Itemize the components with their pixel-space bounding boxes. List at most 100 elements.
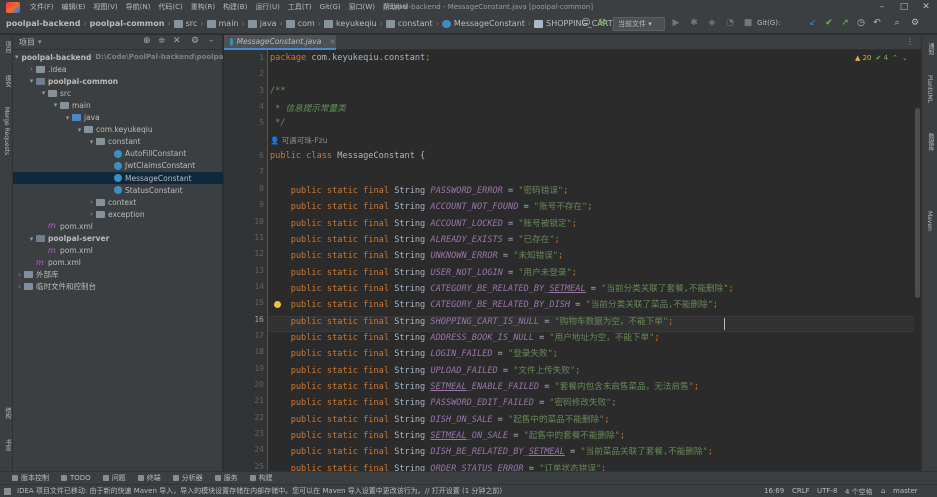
line-number[interactable]: 5	[224, 118, 264, 127]
lock-icon[interactable]: ⌂	[881, 487, 885, 495]
breadcrumb-class[interactable]: MessageConstant	[454, 19, 525, 28]
menu-edit[interactable]: 编辑(E)	[58, 2, 90, 12]
tree-item[interactable]: › 外部库	[13, 269, 223, 281]
tool-database[interactable]: 数据库	[926, 133, 935, 151]
status-toggle-icon[interactable]	[4, 487, 11, 495]
tool-notifications[interactable]: 通知	[926, 43, 935, 55]
lightbulb-icon[interactable]	[274, 301, 281, 308]
caret-position[interactable]: 16:69	[764, 487, 784, 495]
tool-terminal[interactable]: 终端	[137, 473, 161, 483]
git-update-icon[interactable]: ↙	[807, 17, 819, 30]
run-icon[interactable]: ▶	[670, 17, 682, 30]
tool-project[interactable]: 项目	[3, 41, 12, 53]
code-line[interactable]: 👤 可遇可珠-Fzu	[270, 135, 327, 146]
code-line[interactable]: public class MessageConstant {	[270, 151, 425, 161]
tool-merge-requests[interactable]: Merge Requests	[3, 107, 10, 155]
tool-profiler[interactable]: 分析器	[172, 473, 203, 483]
tree-item[interactable]: ▾ poolpal-server	[13, 233, 223, 245]
chevron-right-icon[interactable]: ›	[87, 198, 96, 206]
tool-commit[interactable]: 提交	[3, 75, 12, 87]
rollback-icon[interactable]: ↶	[871, 17, 883, 30]
code-line[interactable]: * 信息提示常量类	[270, 102, 346, 114]
inspection-widget[interactable]: ▲ 20 ✔ 4 ⌃ ⌄	[855, 54, 908, 62]
line-number[interactable]: 14	[224, 282, 264, 291]
breadcrumb-project[interactable]: poolpal-backend	[6, 19, 80, 28]
tool-bookmarks[interactable]: 书签	[3, 439, 12, 451]
chevron-right-icon[interactable]: ›	[27, 65, 36, 73]
tree-item[interactable]: › .idea	[13, 63, 223, 75]
menu-view[interactable]: 视图(V)	[89, 2, 121, 12]
line-number[interactable]: 3	[224, 86, 264, 95]
editor-scrollbar[interactable]	[914, 50, 921, 471]
tree-item[interactable]: ▾ poolpal-backend D:\Code\PoolPal-backend\…	[13, 51, 223, 63]
line-number[interactable]: 20	[224, 380, 264, 389]
tree-item[interactable]: AutoFillConstant	[13, 148, 223, 160]
menu-window[interactable]: 窗口(W)	[345, 2, 379, 12]
line-number[interactable]: 8	[224, 184, 264, 193]
line-number[interactable]: 18	[224, 347, 264, 356]
code-line[interactable]: public static final String DISH_ON_SALE …	[270, 413, 610, 425]
code-line[interactable]: public static final String DISH_BE_RELAT…	[270, 445, 713, 457]
code-line[interactable]: public static final String SETMEAL_ENABL…	[270, 380, 699, 392]
tree-item[interactable]: ▾ main	[13, 99, 223, 111]
scroll-thumb[interactable]	[915, 108, 920, 298]
settings-gear-icon[interactable]: ⚙	[909, 17, 921, 30]
user-icon[interactable]: ☺	[580, 17, 592, 30]
code-line[interactable]: */	[270, 118, 285, 128]
menu-run[interactable]: 运行(U)	[251, 2, 284, 12]
tool-structure[interactable]: 结构	[3, 407, 12, 419]
code-line[interactable]: public static final String UNKNOWN_ERROR…	[270, 249, 563, 261]
line-number[interactable]: 13	[224, 266, 264, 275]
chevron-down-icon[interactable]: ▾	[75, 126, 84, 134]
line-number[interactable]: 4	[224, 102, 264, 111]
line-number[interactable]: 9	[224, 200, 264, 209]
code-line[interactable]: public static final String PASSWORD_EDIT…	[270, 396, 617, 408]
project-panel-title[interactable]: 项目	[19, 37, 35, 48]
indent-setting[interactable]: 4 个空格	[845, 487, 873, 497]
coverage-icon[interactable]: ◈	[706, 17, 718, 30]
tool-todo[interactable]: TODO	[61, 474, 91, 482]
code-line[interactable]: public static final String ADDRESS_BOOK_…	[270, 331, 660, 343]
chevron-down-icon[interactable]: ▾	[51, 101, 60, 109]
hammer-icon[interactable]: ⚒	[596, 17, 608, 30]
line-number[interactable]: 6	[224, 151, 264, 160]
tree-item[interactable]: › 临时文件和控制台	[13, 281, 223, 293]
code-line[interactable]: package com.keyukeqiu.constant;	[270, 53, 430, 63]
menu-code[interactable]: 代码(C)	[154, 2, 186, 12]
tree-item[interactable]: › context	[13, 196, 223, 208]
chevron-down-icon[interactable]: ⌄	[902, 54, 908, 62]
tree-item[interactable]: m pom.xml	[13, 220, 223, 232]
breadcrumb-module[interactable]: poolpal-common	[90, 19, 165, 28]
menu-refactor[interactable]: 重构(R)	[187, 2, 219, 12]
chevron-down-icon[interactable]: ▾	[87, 138, 96, 146]
line-number[interactable]: 19	[224, 364, 264, 373]
line-number[interactable]: 21	[224, 396, 264, 405]
chevron-down-icon[interactable]: ▾	[27, 235, 36, 243]
breadcrumb-com[interactable]: com	[298, 19, 315, 28]
tab-messageconstant[interactable]: MessageConstant.java ×	[224, 35, 336, 50]
code-line[interactable]: public static final String SETMEAL_ON_SA…	[270, 429, 625, 441]
chevron-down-icon[interactable]: ▾	[27, 77, 36, 85]
tree-item[interactable]: JwtClaimsConstant	[13, 160, 223, 172]
git-branch[interactable]: master	[893, 487, 918, 495]
tree-item[interactable]: › exception	[13, 208, 223, 220]
code-line[interactable]: public static final String SHOPPING_CART…	[270, 315, 674, 327]
line-number[interactable]: 16	[224, 315, 264, 324]
code-line[interactable]: public static final String PASSWORD_ERRO…	[270, 184, 569, 196]
tool-problems[interactable]: 问题	[102, 473, 126, 483]
hide-panel-icon[interactable]: –	[209, 36, 214, 46]
profile-icon[interactable]: ◔	[724, 17, 736, 30]
search-everywhere-icon[interactable]: ⌕	[891, 17, 903, 30]
chevron-down-icon[interactable]: ▾	[15, 53, 19, 61]
line-number[interactable]: 17	[224, 331, 264, 340]
line-number[interactable]: 24	[224, 445, 264, 454]
tool-maven[interactable]: Maven	[926, 211, 933, 231]
line-number[interactable]: 23	[224, 429, 264, 438]
tree-item[interactable]: MessageConstant	[13, 172, 223, 184]
line-number[interactable]: 25	[224, 462, 264, 471]
breadcrumb-main[interactable]: main	[219, 19, 239, 28]
more-icon[interactable]: ⋮	[906, 37, 914, 46]
code-line[interactable]: public static final String CATEGORY_BE_R…	[270, 298, 718, 310]
tree-item[interactable]: ▾ src	[13, 87, 223, 99]
line-number[interactable]: 2	[224, 69, 264, 78]
